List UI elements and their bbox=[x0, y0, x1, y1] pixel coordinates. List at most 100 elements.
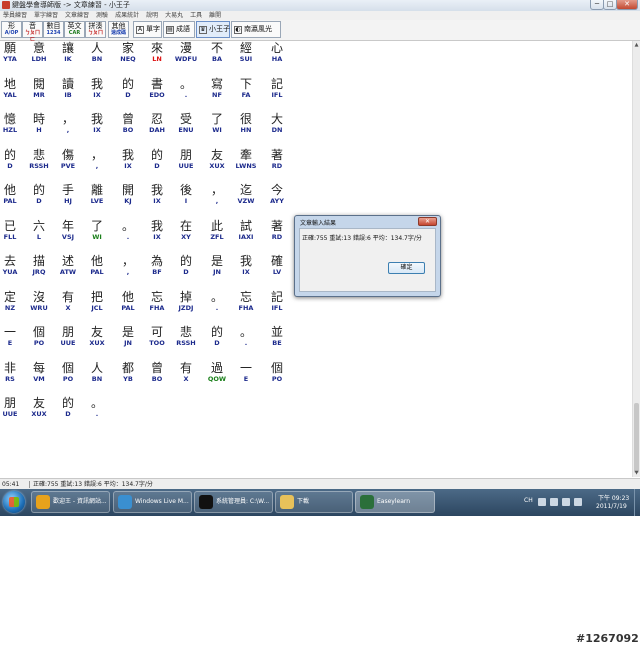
input-code: IX bbox=[93, 90, 101, 99]
char-cell: 很 HN bbox=[230, 112, 262, 134]
taskbar-item[interactable]: 系統管理員: C:\W... bbox=[194, 491, 273, 513]
input-code: PAL bbox=[90, 268, 104, 276]
char-cell: 了 WI bbox=[81, 219, 113, 241]
menu-item[interactable]: 文章練習 bbox=[65, 11, 89, 20]
taskbar-item[interactable]: Easeylearn bbox=[355, 491, 435, 513]
mode-tab[interactable]: ◐ 南瀛風光 bbox=[231, 21, 281, 38]
menu-item[interactable]: 工具 bbox=[190, 11, 202, 20]
char-cell: 記 IFL bbox=[261, 77, 293, 99]
char-cell: 經 SUI bbox=[230, 41, 262, 63]
typed-character: 經 bbox=[239, 41, 252, 55]
menu-item[interactable]: 離開 bbox=[209, 11, 221, 20]
input-code: WI bbox=[92, 232, 102, 241]
taskbar-item[interactable]: 下載 bbox=[275, 491, 353, 513]
tray-monitor-icon[interactable] bbox=[574, 498, 582, 506]
char-cell: 並 BE bbox=[261, 325, 293, 347]
vertical-scrollbar[interactable]: ▲ ▼ bbox=[632, 41, 640, 477]
typed-character: ， bbox=[210, 183, 223, 197]
typed-character: 有 bbox=[61, 289, 74, 304]
menu-item[interactable]: 說明 bbox=[146, 11, 158, 20]
typed-character: 悲 bbox=[179, 325, 192, 339]
input-type-button[interactable]: 英文 CAR bbox=[64, 21, 85, 38]
mode-tab[interactable]: ▤ 成語 bbox=[163, 21, 195, 38]
menu-item[interactable]: 單字練習 bbox=[34, 11, 58, 20]
mode-tab[interactable]: ♛ 小王子 bbox=[196, 21, 230, 38]
taskbar-item-label: 系統管理員: C:\W... bbox=[216, 498, 270, 505]
typed-character: 我 bbox=[90, 76, 103, 91]
char-cell: 。. bbox=[230, 325, 262, 347]
typed-character: 每 bbox=[32, 360, 45, 375]
char-cell: 今 AYY bbox=[261, 183, 293, 205]
windows-logo-icon bbox=[9, 497, 19, 507]
typed-character: 讀 bbox=[61, 76, 74, 91]
char-cell: 受 ENU bbox=[170, 112, 202, 134]
input-type-button[interactable]: 拼湊 ㄅㄆㄇ bbox=[85, 21, 106, 38]
input-code: AYY bbox=[270, 197, 284, 205]
char-cell: 友 XUX bbox=[23, 396, 55, 418]
typed-character: 寫 bbox=[210, 76, 223, 91]
ime-indicator[interactable]: CH bbox=[524, 497, 533, 504]
char-cell: 他 PAL bbox=[81, 254, 113, 276]
clock-date[interactable]: 2011/7/19 bbox=[596, 503, 627, 510]
input-type-button[interactable]: 數目 1234 bbox=[43, 21, 64, 38]
typed-character: 牽 bbox=[239, 147, 252, 162]
input-code: LWNS bbox=[235, 161, 257, 170]
input-code: XUX bbox=[31, 410, 47, 418]
char-cell: 記 IFL bbox=[261, 290, 293, 312]
menu-item[interactable]: 學員練習 bbox=[3, 11, 27, 20]
typed-character: 他 bbox=[90, 254, 103, 268]
menu-bar: 學員練習 單字練習 文章練習 測驗 成果統計 說明 大易丸 工具 離開 bbox=[0, 11, 640, 20]
mode-tab[interactable]: A 單字 bbox=[133, 21, 162, 38]
char-cell: 後I bbox=[170, 183, 202, 205]
taskbar-item[interactable]: 歡迎王 - 資訊網站... bbox=[31, 491, 110, 513]
scroll-down-icon[interactable]: ▼ bbox=[633, 469, 640, 477]
menu-item[interactable]: 成果統計 bbox=[115, 11, 139, 20]
minimize-button[interactable]: ─ bbox=[590, 0, 604, 10]
input-code: . bbox=[244, 339, 248, 347]
tray-network-icon[interactable] bbox=[550, 498, 558, 506]
app-icon bbox=[118, 495, 132, 509]
input-code: JN bbox=[213, 268, 221, 276]
input-code: YB bbox=[123, 374, 133, 383]
input-code: . bbox=[184, 90, 188, 99]
typed-character: 並 bbox=[270, 325, 283, 339]
input-code: , bbox=[95, 161, 99, 170]
show-desktop-button[interactable] bbox=[634, 489, 640, 516]
input-code: XY bbox=[181, 232, 191, 241]
char-cell: 為 BF bbox=[141, 254, 173, 276]
clock-time[interactable]: 下午 09:23 bbox=[598, 493, 629, 502]
typed-character: 的 bbox=[179, 254, 192, 268]
typed-character: 離 bbox=[90, 183, 103, 197]
tray-volume-icon[interactable] bbox=[562, 498, 570, 506]
taskbar-item[interactable]: Windows Live M... bbox=[113, 491, 192, 513]
char-cell: 牽 LWNS bbox=[230, 148, 262, 170]
input-type-button[interactable]: 形 A/OP bbox=[1, 21, 22, 38]
dialog-ok-button[interactable]: 確定 bbox=[388, 262, 425, 274]
input-code: IFL bbox=[271, 90, 283, 99]
maximize-button[interactable]: □ bbox=[603, 0, 617, 10]
input-code: EDO bbox=[149, 90, 165, 99]
close-button[interactable]: ✕ bbox=[616, 0, 638, 10]
char-cell: 每 VM bbox=[23, 361, 55, 383]
scroll-up-icon[interactable]: ▲ bbox=[633, 41, 640, 49]
scroll-thumb[interactable] bbox=[634, 403, 639, 473]
input-code: IFL bbox=[271, 303, 283, 312]
char-cell: 離 LVE bbox=[81, 183, 113, 205]
input-code: RSSH bbox=[176, 339, 196, 347]
menu-item[interactable]: 測驗 bbox=[96, 11, 108, 20]
dialog-close-button[interactable]: ✕ bbox=[418, 217, 437, 226]
typed-character: 沒 bbox=[32, 289, 45, 304]
input-code: BN bbox=[91, 374, 103, 383]
input-code: H bbox=[36, 126, 42, 134]
char-cell: 我 IX bbox=[81, 112, 113, 134]
input-type-button[interactable]: 其他 速成碼 bbox=[108, 21, 129, 38]
char-cell: 的D bbox=[112, 77, 144, 99]
input-type-button[interactable]: 音ㄅㄆㄇㄈ bbox=[22, 21, 43, 43]
tray-flag-icon[interactable] bbox=[538, 498, 546, 506]
char-cell: 確 LV bbox=[261, 254, 293, 276]
start-button[interactable] bbox=[3, 491, 25, 513]
menu-item[interactable]: 大易丸 bbox=[165, 11, 183, 20]
typed-character: ， bbox=[90, 147, 103, 162]
input-type-sublabel: A/OP bbox=[4, 30, 19, 36]
input-code: UUE bbox=[178, 161, 194, 170]
